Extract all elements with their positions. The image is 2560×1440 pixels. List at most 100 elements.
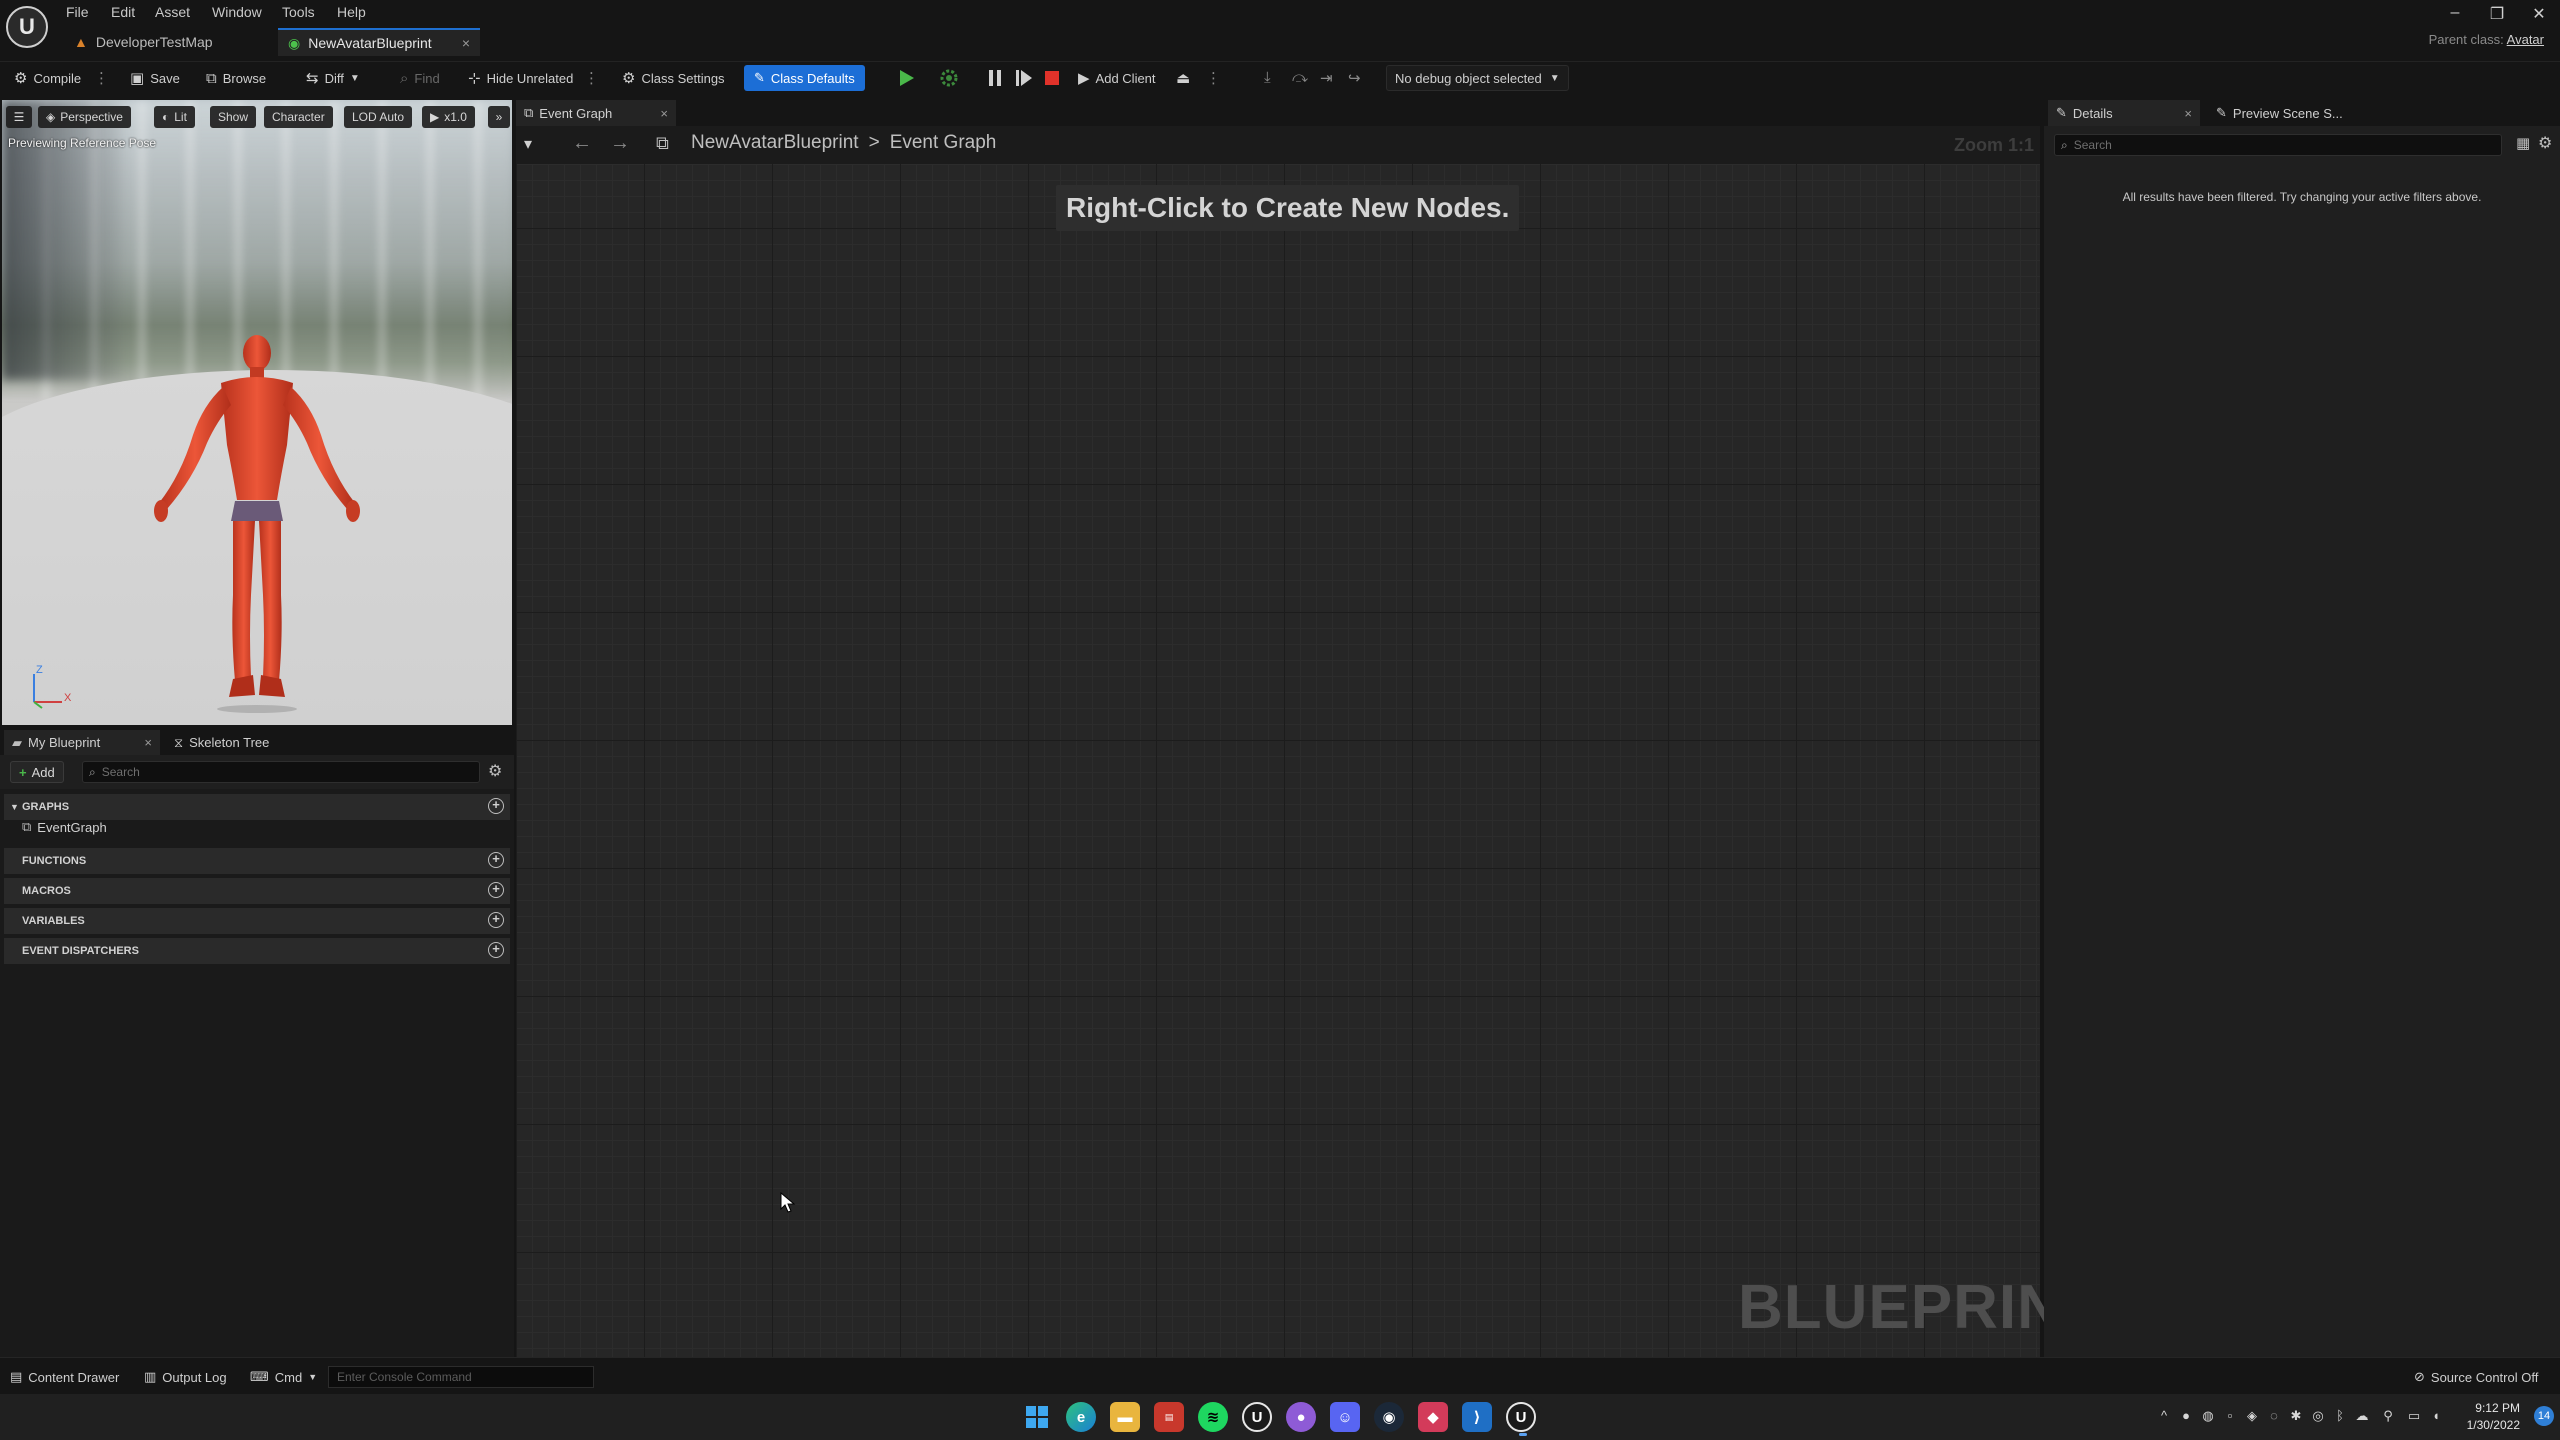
back-arrow-icon[interactable]: ←: [572, 132, 592, 155]
source-control-button[interactable]: ⊘ Source Control Off: [2414, 1366, 2538, 1388]
menu-window[interactable]: Window: [212, 2, 262, 22]
close-tab-icon[interactable]: ×: [660, 106, 668, 121]
tray-app-icon[interactable]: ◎: [2310, 1408, 2326, 1424]
debug-return-icon[interactable]: ↪: [1348, 69, 1361, 87]
epic-unreal-icon[interactable]: U: [1242, 1402, 1272, 1432]
section-graphs[interactable]: ▼ GRAPHS +: [4, 794, 510, 820]
compile-options-icon[interactable]: ⋮: [94, 69, 109, 87]
tray-app-icon[interactable]: ◈: [2244, 1408, 2260, 1424]
close-tab-icon[interactable]: ×: [2184, 106, 2192, 121]
volume-icon[interactable]: ◖: [2428, 1408, 2444, 1423]
tray-app-icon[interactable]: ●: [2178, 1408, 2194, 1423]
edge-browser-icon[interactable]: e: [1066, 1402, 1096, 1432]
restore-icon[interactable]: ❐: [2482, 4, 2512, 24]
class-defaults-button[interactable]: ✎ Class Defaults: [744, 65, 865, 91]
mic-icon[interactable]: ⚲: [2380, 1408, 2396, 1424]
character-button[interactable]: Character: [264, 106, 333, 128]
debug-step-over-icon[interactable]: ⤼: [1292, 69, 1308, 86]
cloud-icon[interactable]: ☁: [2354, 1408, 2370, 1424]
browse-button[interactable]: ⧉ Browse: [200, 63, 272, 93]
add-graph-icon[interactable]: +: [488, 798, 504, 814]
save-button[interactable]: ▣ Save: [124, 63, 186, 93]
hide-unrelated-button[interactable]: ⊹ Hide Unrelated: [462, 63, 579, 93]
debug-object-dropdown[interactable]: No debug object selected ▼: [1386, 65, 1569, 91]
compile-button[interactable]: ⚙ Compile: [8, 63, 87, 93]
tray-overflow-icon[interactable]: ^: [2156, 1408, 2172, 1423]
playback-speed-button[interactable]: ▶ x1.0: [422, 106, 475, 128]
menu-tools[interactable]: Tools: [282, 2, 315, 22]
console-command-input[interactable]: Enter Console Command: [328, 1366, 594, 1388]
menu-help[interactable]: Help: [337, 2, 366, 22]
section-variables[interactable]: VARIABLES +: [4, 908, 510, 934]
pause-button[interactable]: [981, 66, 1009, 90]
close-tab-icon[interactable]: ×: [462, 35, 470, 51]
find-button[interactable]: ⌕ Find: [394, 63, 446, 93]
gear-icon[interactable]: ⚙: [2538, 133, 2552, 153]
add-client-button[interactable]: ▶ Add Client: [1072, 63, 1162, 93]
tab-new-avatar-blueprint[interactable]: ◉ NewAvatarBlueprint ×: [278, 28, 480, 56]
output-log-button[interactable]: ▥ Output Log: [144, 1366, 227, 1388]
table-view-icon[interactable]: ▦: [2516, 134, 2530, 152]
section-event-dispatchers[interactable]: EVENT DISPATCHERS +: [4, 938, 510, 964]
step-button[interactable]: [1010, 66, 1038, 90]
add-macro-icon[interactable]: +: [488, 882, 504, 898]
menu-edit[interactable]: Edit: [111, 2, 135, 22]
menu-asset[interactable]: Asset: [155, 2, 190, 22]
play-button[interactable]: [892, 66, 920, 90]
content-drawer-button[interactable]: ▤ Content Drawer: [10, 1366, 119, 1388]
minimize-icon[interactable]: –: [2440, 4, 2470, 22]
breadcrumb-root[interactable]: NewAvatarBlueprint: [691, 132, 859, 154]
close-tab-icon[interactable]: ×: [144, 735, 152, 750]
discord-icon[interactable]: ☺: [1330, 1402, 1360, 1432]
gear-icon[interactable]: ⚙: [488, 761, 502, 781]
list-item-eventgraph[interactable]: ⧉ EventGraph: [22, 819, 107, 835]
eject-icon[interactable]: ⏏: [1176, 69, 1190, 87]
debug-step-out-icon[interactable]: ⇥: [1320, 69, 1333, 87]
tray-app-icon[interactable]: ✱: [2288, 1408, 2304, 1424]
more-options-icon[interactable]: ⋮: [1206, 69, 1221, 87]
bookmark-icon[interactable]: ▾: [524, 134, 532, 154]
cmd-dropdown[interactable]: ⌨ Cmd ▼: [250, 1366, 317, 1388]
github-icon[interactable]: ●: [1286, 1402, 1316, 1432]
simulate-button[interactable]: [935, 66, 963, 90]
add-button[interactable]: + Add: [10, 761, 64, 783]
network-icon[interactable]: ▭: [2406, 1408, 2422, 1424]
tab-my-blueprint[interactable]: ▰ My Blueprint ×: [4, 730, 160, 755]
lit-button[interactable]: ◐ Lit: [154, 106, 195, 128]
lod-button[interactable]: LOD Auto: [344, 106, 413, 128]
bluetooth-icon[interactable]: ᛒ: [2332, 1408, 2348, 1423]
steam-icon[interactable]: ◉: [1374, 1402, 1404, 1432]
tray-app-icon[interactable]: ▫: [2222, 1408, 2238, 1423]
more-options-icon[interactable]: ⋮: [584, 69, 599, 87]
tray-app-icon[interactable]: ◍: [2200, 1408, 2216, 1424]
tray-app-icon[interactable]: ◌: [2266, 1408, 2282, 1423]
viewport-menu-button[interactable]: ☰: [6, 106, 32, 128]
add-function-icon[interactable]: +: [488, 852, 504, 868]
add-variable-icon[interactable]: +: [488, 912, 504, 928]
unreal-logo-icon[interactable]: U: [6, 6, 48, 48]
viewport-more-button[interactable]: »: [488, 106, 510, 128]
menu-file[interactable]: File: [66, 2, 89, 22]
add-event-dispatcher-icon[interactable]: +: [488, 942, 504, 958]
app-icon[interactable]: ◆: [1418, 1402, 1448, 1432]
search-input[interactable]: ⌕ Search: [82, 761, 480, 783]
close-window-icon[interactable]: ✕: [2524, 4, 2554, 24]
forward-arrow-icon[interactable]: →: [610, 132, 630, 155]
tab-skeleton-tree[interactable]: ⧖ Skeleton Tree: [166, 730, 277, 755]
stop-button[interactable]: [1038, 66, 1066, 90]
perspective-button[interactable]: ◈ Perspective: [38, 106, 131, 128]
details-search-input[interactable]: ⌕ Search: [2054, 134, 2502, 156]
app-icon[interactable]: ▤: [1154, 1402, 1184, 1432]
taskbar-clock[interactable]: 9:12 PM 1/30/2022: [2467, 1400, 2520, 1434]
tab-event-graph[interactable]: ⧉ Event Graph ×: [516, 100, 676, 126]
section-macros[interactable]: MACROS +: [4, 878, 510, 904]
tab-preview-scene-settings[interactable]: ✎ Preview Scene S...: [2208, 100, 2351, 126]
notification-badge[interactable]: 14: [2534, 1406, 2554, 1426]
diff-button[interactable]: ⇆ Diff ▼: [300, 63, 366, 93]
spotify-icon[interactable]: ≋: [1198, 1402, 1228, 1432]
show-button[interactable]: Show: [210, 106, 257, 128]
parent-class-link[interactable]: Avatar: [2507, 32, 2544, 47]
tab-details[interactable]: ✎ Details ×: [2048, 100, 2200, 126]
file-explorer-icon[interactable]: ▬: [1110, 1402, 1140, 1432]
debug-step-into-icon[interactable]: ⤓: [1264, 69, 1271, 86]
